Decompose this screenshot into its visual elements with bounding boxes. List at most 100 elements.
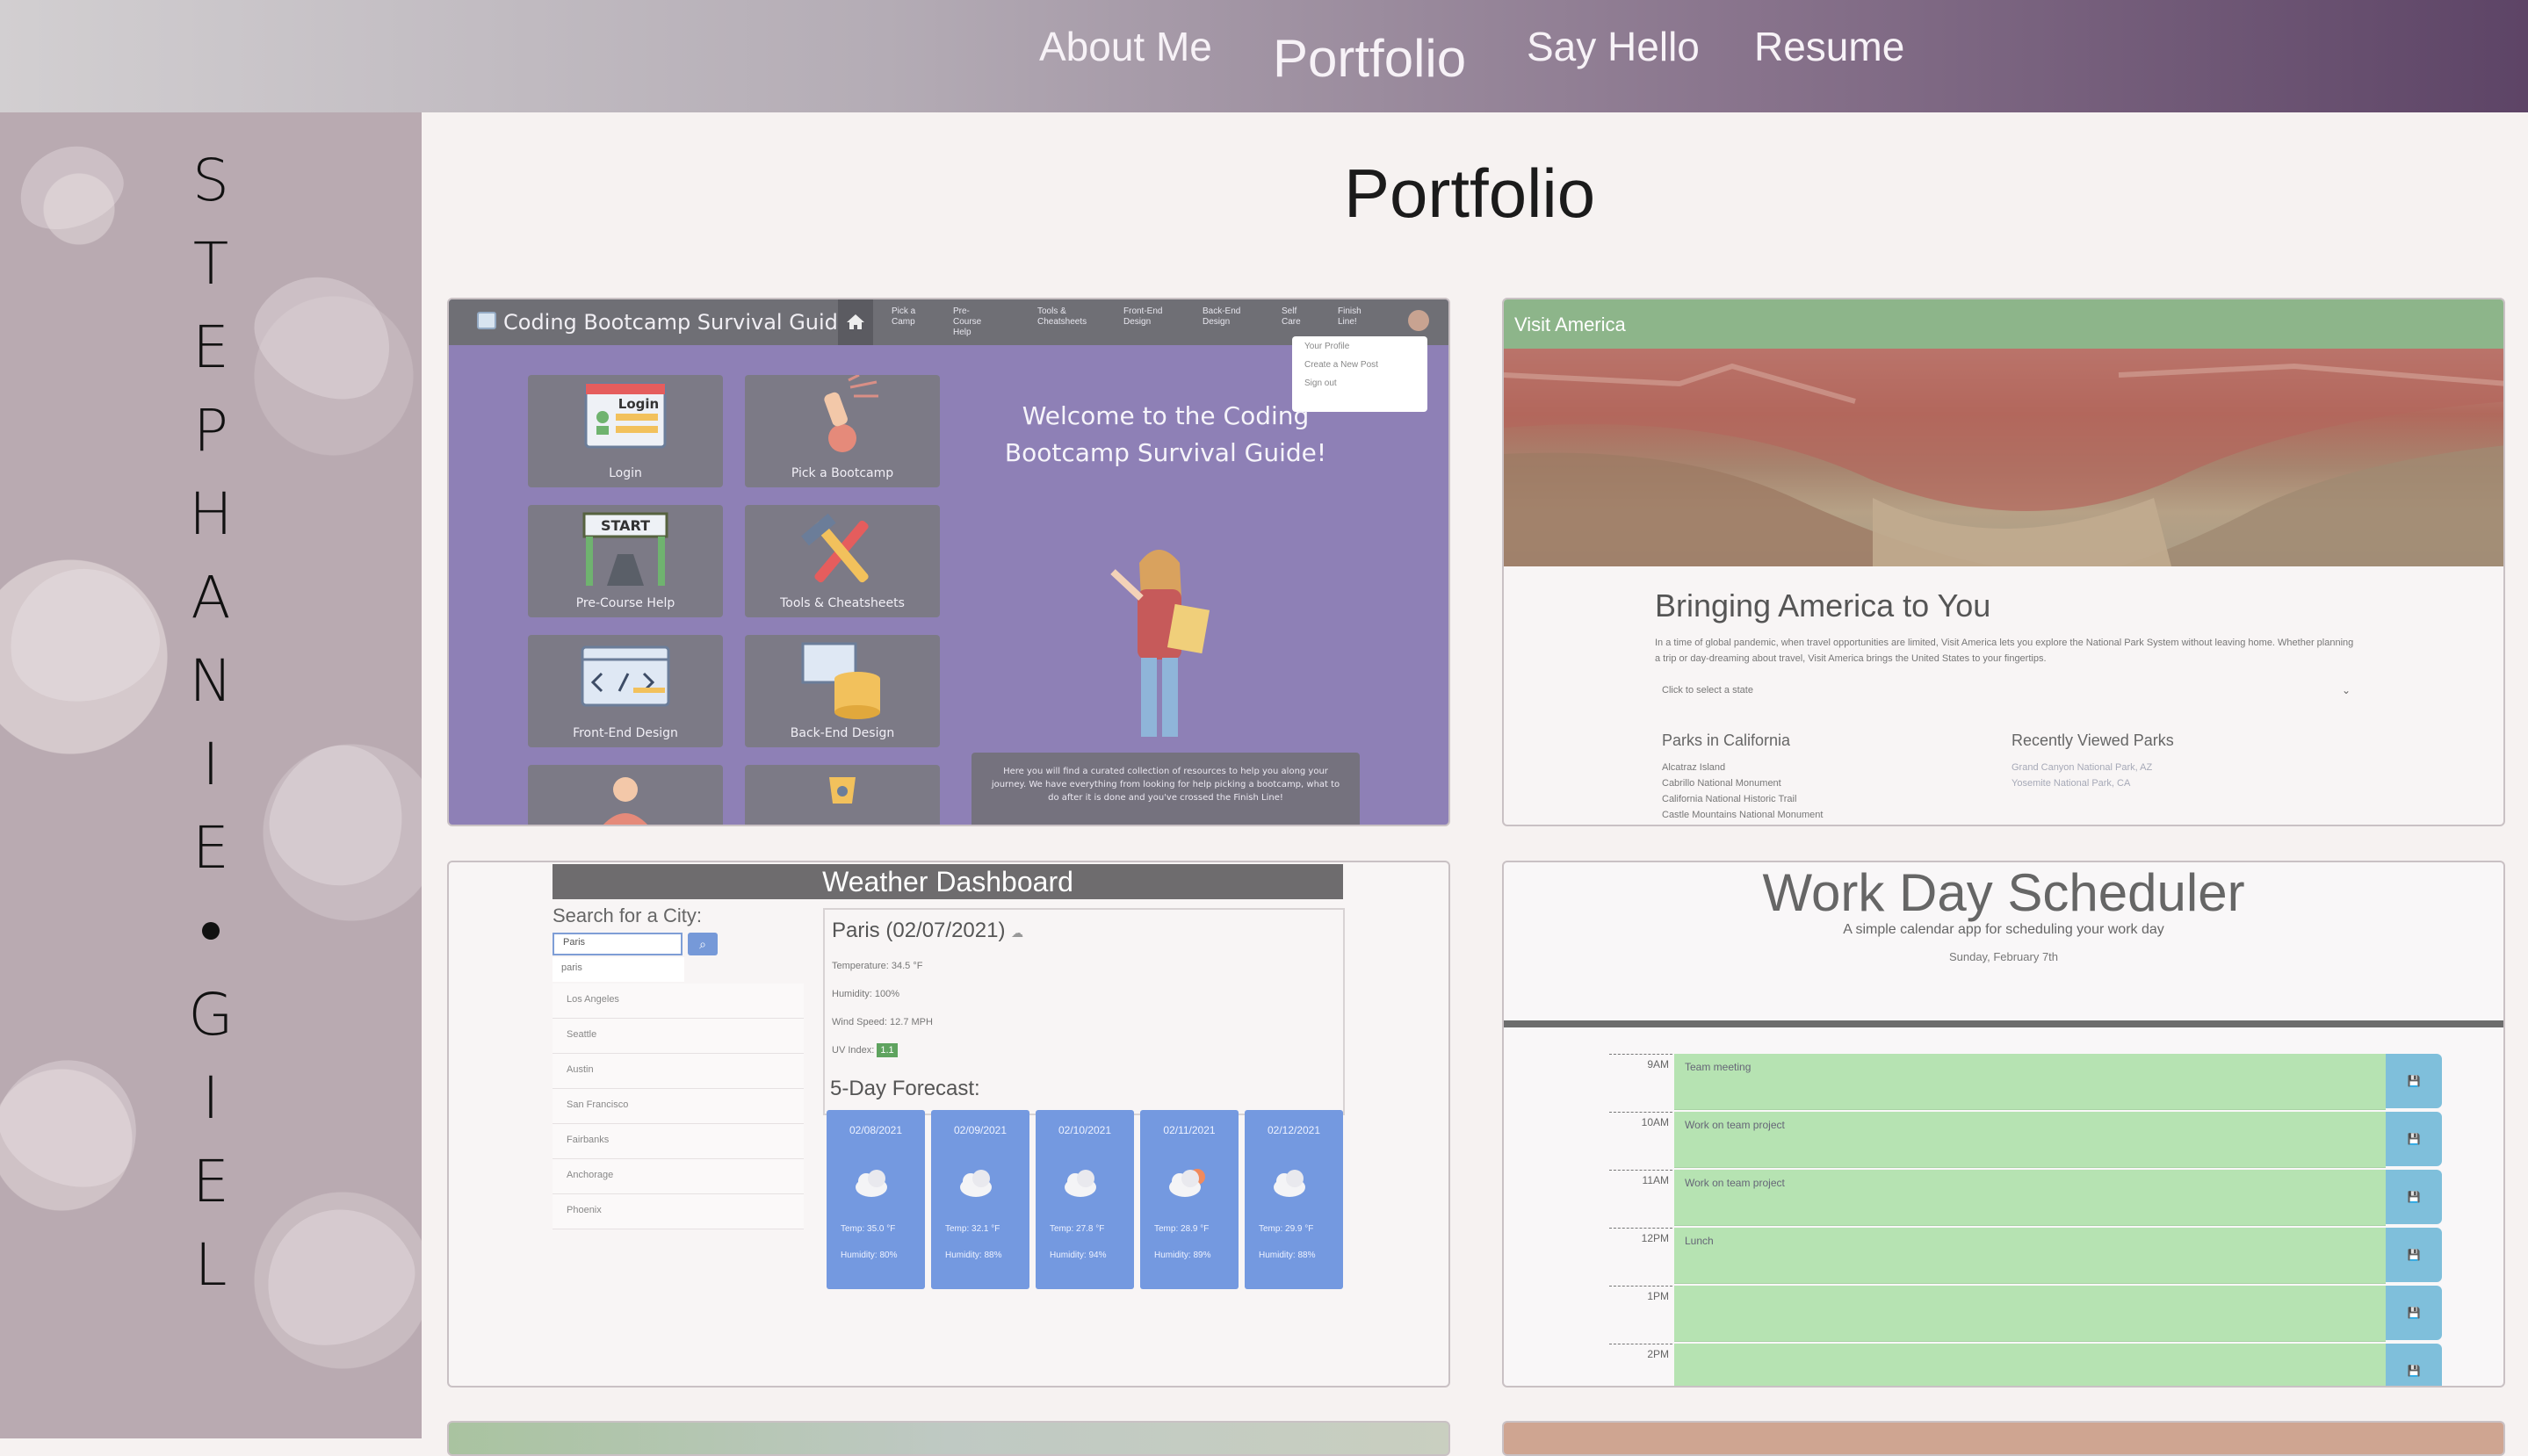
event-textarea[interactable] [1674,1344,2386,1386]
forecast-humidity: Humidity: 88% [1259,1251,1316,1260]
hour-label: 11AM [1609,1170,1672,1226]
bootcamp-nav-item[interactable]: Self Care [1282,306,1301,328]
event-textarea[interactable]: Team meeting [1674,1054,2386,1110]
student-illustration [1110,550,1210,737]
search-button[interactable]: ⌕ [688,933,718,955]
forecast-temp: Temp: 32.1 °F [945,1224,1000,1234]
name-letter: E [192,314,229,381]
nav-portfolio-link[interactable]: Portfolio [1273,28,1466,89]
svg-text:START: START [601,517,650,534]
decor-petal [256,730,421,900]
autocomplete-suggestion[interactable]: paris [553,957,684,982]
visit-america-navbar: Visit America [1504,299,2503,349]
visit-america-heading: Bringing America to You [1655,587,1991,623]
name-dot [202,922,220,940]
city-history-item[interactable]: Los Angeles [553,984,804,1019]
tile-pick-bootcamp: Pick a Bootcamp [745,373,940,487]
event-textarea[interactable] [1674,1286,2386,1342]
current-uv: UV Index: 1.1 [832,1036,1336,1064]
project-card-scheduler[interactable]: Work Day Scheduler A simple calendar app… [1502,861,2505,1388]
project-card-partial[interactable] [1502,1421,2505,1456]
event-textarea[interactable]: Work on team project [1674,1170,2386,1226]
tile-label: Tools & Cheatsheets [780,596,905,610]
nav-say-hello-link[interactable]: Say Hello [1527,23,1700,70]
bootcamp-nav-item[interactable]: Tools & Cheatsheets [1037,306,1087,328]
forecast-humidity: Humidity: 94% [1050,1251,1107,1260]
svg-text:Login: Login [618,396,659,412]
event-textarea[interactable]: Work on team project [1674,1112,2386,1168]
time-block: 12PM Lunch 💾 [1609,1228,2442,1284]
forecast-date: 02/11/2021 [1163,1124,1216,1136]
park-item[interactable]: California National Historic Trail [1662,791,1823,807]
forecast-temp: Temp: 27.8 °F [1050,1224,1105,1234]
hour-label: 10AM [1609,1112,1672,1168]
menu-item-sign-out: Sign out [1304,378,1337,388]
forecast-temp: Temp: 29.9 °F [1259,1224,1314,1234]
city-search-input[interactable]: Paris [553,933,683,955]
recent-list: Grand Canyon National Park, AZ Yosemite … [2012,760,2152,791]
meditation-icon [603,777,647,825]
divider [1504,1020,2503,1027]
save-button[interactable]: 💾 [2386,1344,2442,1386]
city-history-item[interactable]: Seattle [553,1019,804,1054]
current-temperature: Temperature: 34.5 °F [832,961,923,971]
cloud-icon [1065,1170,1096,1197]
save-button[interactable]: 💾 [2386,1054,2442,1108]
city-history-item[interactable]: San Francisco [553,1089,804,1124]
tile-label: Pick a Bootcamp [791,466,894,480]
city-history-item[interactable]: Austin [553,1054,804,1089]
welcome-heading: Welcome to the Coding Bootcamp Survival … [1004,401,1327,467]
city-history-list: Los Angeles Seattle Austin San Francisco Fai… [553,984,804,1229]
project-card-weather[interactable]: Weather Dashboard Search for a City: Par… [447,861,1450,1388]
bootcamp-nav-item[interactable]: Front-End Design [1123,306,1162,328]
city-history-item[interactable]: Fairbanks [553,1124,804,1159]
save-button[interactable]: 💾 [2386,1170,2442,1224]
current-city-title: Paris (02/07/2021) ☁ [832,919,1024,942]
cloud-sun-icon [1169,1169,1205,1197]
project-card-bootcamp[interactable]: Coding Bootcamp Survival Guide Pick a Ca… [447,298,1450,826]
park-item[interactable]: Castle Mountains National Monument [1662,807,1823,823]
park-item[interactable]: Cabrillo National Monument [1662,775,1823,791]
bootcamp-nav-item[interactable]: Pre- Course Help [953,306,981,338]
bootcamp-nav-item[interactable]: Back-End Design [1203,306,1240,328]
park-item[interactable]: Alcatraz Island [1662,760,1823,775]
search-icon: ⌕ [699,937,706,951]
nav-resume-link[interactable]: Resume [1754,23,1904,70]
tile-label: Pre-Course Help [575,596,675,610]
time-block: 10AM Work on team project 💾 [1609,1112,2442,1168]
save-icon: 💾 [2407,1365,2421,1377]
bootcamp-nav-item[interactable]: Pick a Camp [892,306,915,328]
event-textarea[interactable]: Lunch [1674,1228,2386,1284]
hour-label: 2PM [1609,1344,1672,1386]
forecast-date: 02/12/2021 [1267,1124,1321,1136]
project-card-visit-america[interactable]: Visit America Bringing America to You In… [1502,298,2505,826]
decor-petal [242,1185,422,1367]
recent-park-item[interactable]: Grand Canyon National Park, AZ [2012,760,2152,775]
sidebar-succulent-background: STEPHANIEGIEL [0,112,422,1438]
decor-petal [7,132,134,242]
tile-finish-line [745,765,940,825]
city-history-item[interactable]: Phoenix [553,1194,804,1229]
home-icon [838,299,873,345]
state-select[interactable]: Click to select a state ⌄ [1655,677,2358,707]
save-button[interactable]: 💾 [2386,1112,2442,1166]
save-button[interactable]: 💾 [2386,1228,2442,1282]
forecast-card: 02/11/2021 Temp: 28.9 °F Humidity: 89% [1140,1110,1239,1289]
bootcamp-nav-item[interactable]: Finish Line! [1338,306,1362,328]
code-window-icon [581,645,670,707]
forecast-card: 02/09/2021 Temp: 32.1 °F Humidity: 88% [931,1110,1029,1289]
project-card-partial[interactable] [447,1421,1450,1456]
scheduler-date: Sunday, February 7th [1948,950,2059,963]
nav-about-link[interactable]: About Me [1039,23,1212,70]
page-title: Portfolio [1344,155,1596,232]
recent-park-item[interactable]: Yosemite National Park, CA [2012,775,2152,791]
city-history-item[interactable]: Anchorage [553,1159,804,1194]
name-letter: I [202,1064,220,1132]
tile-login: Login Login [528,375,723,487]
save-button[interactable]: 💾 [2386,1286,2442,1340]
forecast-humidity: Humidity: 89% [1154,1251,1211,1260]
save-icon: 💾 [2407,1133,2421,1145]
tools-icon [800,513,869,583]
name-letter: P [193,397,228,465]
avatar [1408,310,1429,331]
